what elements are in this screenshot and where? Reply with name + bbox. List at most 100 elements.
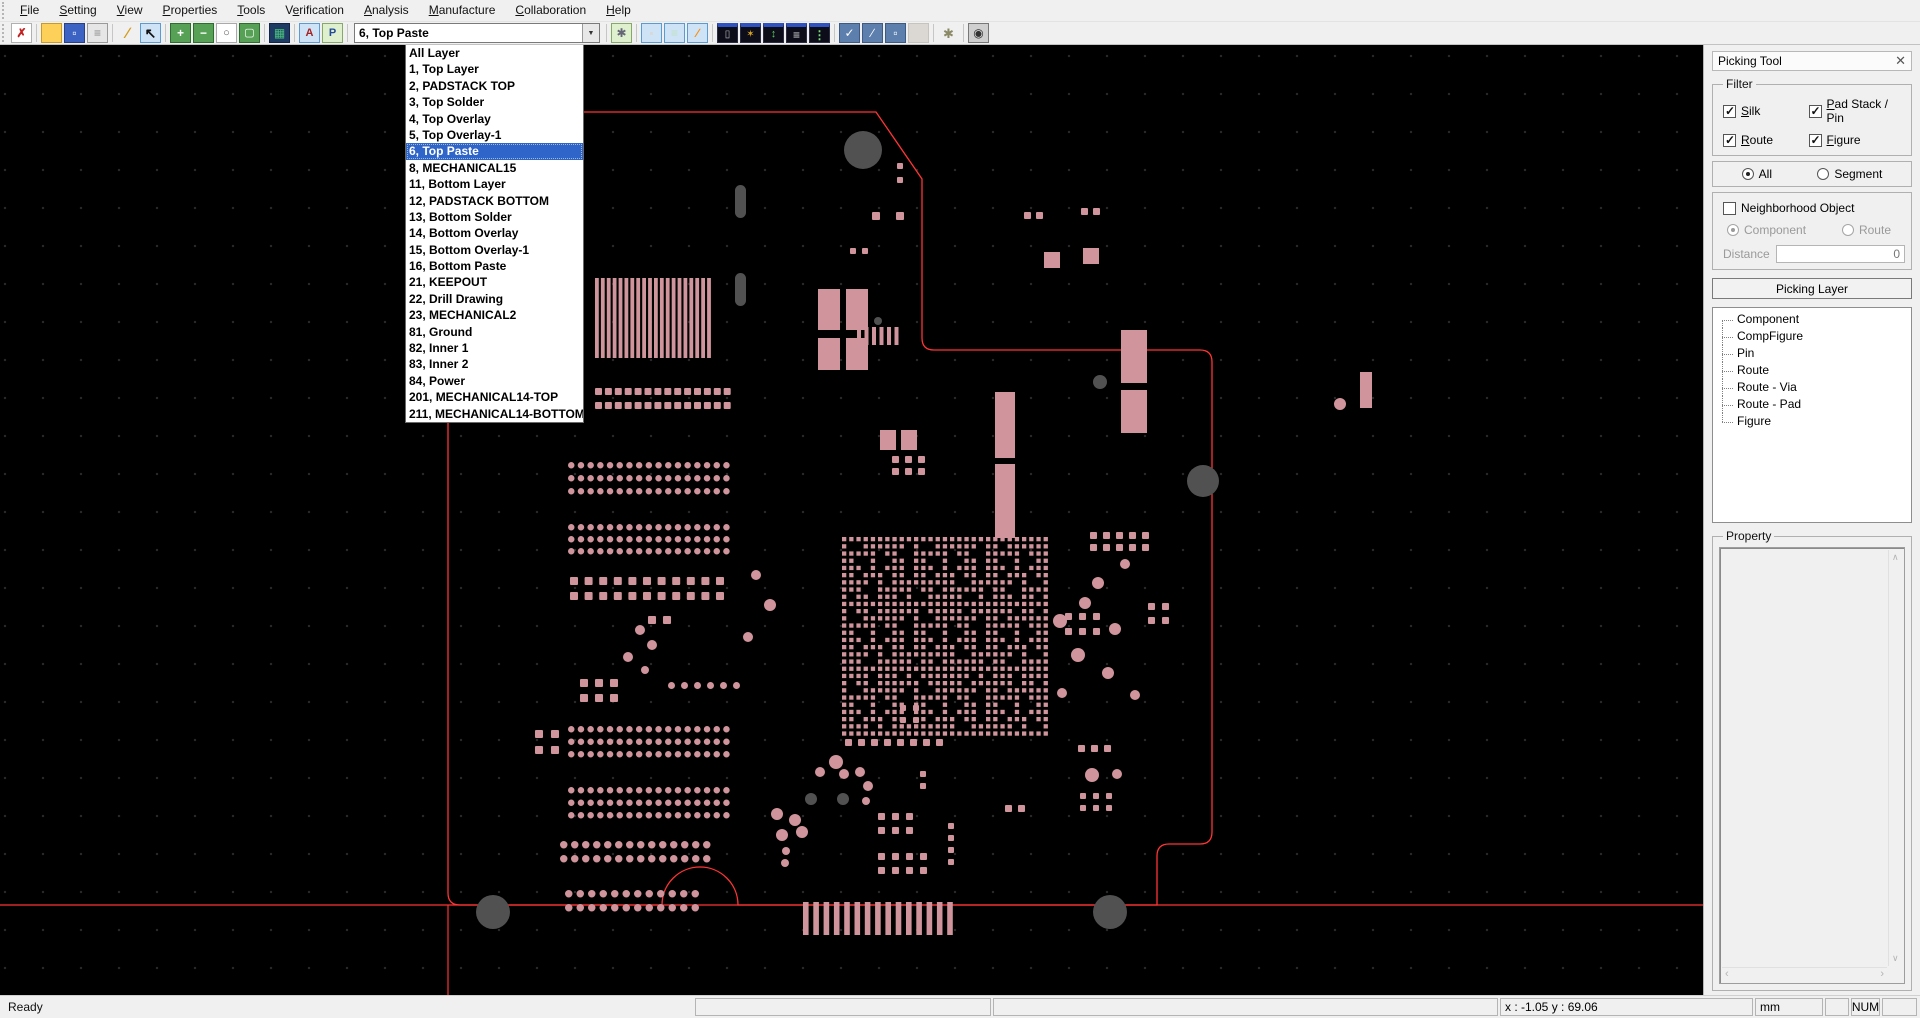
layer-option[interactable]: 8, MECHANICAL15 [406, 160, 583, 176]
filter-figure[interactable]: Figure [1809, 133, 1905, 147]
pad-cluster [668, 682, 740, 689]
layer-option[interactable]: 23, MECHANICAL2 [406, 307, 583, 323]
save-icon[interactable] [64, 23, 85, 43]
picking-object-list[interactable]: ComponentCompFigurePinRouteRoute - ViaRo… [1712, 307, 1912, 523]
filter-route[interactable]: Route [1723, 133, 1809, 147]
layer-option[interactable]: 4, Top Overlay [406, 111, 583, 127]
menu-verification[interactable]: Verification [275, 0, 354, 21]
filter-pad-stack-pin[interactable]: Pad Stack / Pin [1809, 97, 1905, 125]
close-board-icon[interactable] [11, 23, 32, 43]
layer-option[interactable]: 21, KEEPOUT [406, 274, 583, 290]
picking-layer-button[interactable]: Picking Layer [1712, 278, 1912, 299]
layer-option[interactable]: 3, Top Solder [406, 94, 583, 110]
pad-cluster [920, 771, 926, 789]
layer-option[interactable]: 12, PADSTACK BOTTOM [406, 193, 583, 209]
layer-option[interactable]: 201, MECHANICAL14-TOP [406, 389, 583, 405]
layer-option[interactable]: 2, PADSTACK TOP [406, 78, 583, 94]
checkbox-icon [1723, 134, 1736, 147]
zoom-fit-icon[interactable] [239, 23, 260, 43]
neighborhood-checkbox[interactable]: Neighborhood Object [1723, 201, 1905, 215]
pad-cluster [648, 616, 671, 624]
camera-icon[interactable] [968, 23, 989, 43]
status-units: mm [1755, 998, 1823, 1016]
measure-icon[interactable] [117, 23, 138, 43]
paste-pads [535, 163, 1372, 935]
board-top-icon[interactable] [641, 23, 662, 43]
list-item-pin[interactable]: Pin [1713, 345, 1911, 362]
toolbar-grip[interactable] [2, 2, 7, 19]
horizontal-scrollbar[interactable] [1722, 967, 1887, 981]
layer-option[interactable]: 16, Bottom Paste [406, 258, 583, 274]
filter-silk[interactable]: Silk [1723, 97, 1809, 125]
zoom-out-icon[interactable] [193, 23, 214, 43]
layer-option[interactable]: 5, Top Overlay-1 [406, 127, 583, 143]
win-tree-icon[interactable] [809, 23, 830, 43]
menu-file[interactable]: File [10, 0, 49, 21]
list-item-compfigure[interactable]: CompFigure [1713, 328, 1911, 345]
list-item-route[interactable]: Route [1713, 362, 1911, 379]
list-item-route-pad[interactable]: Route - Pad [1713, 396, 1911, 413]
menu-tools[interactable]: Tools [227, 0, 275, 21]
win-list-icon[interactable] [786, 23, 807, 43]
menu-setting[interactable]: Setting [49, 0, 106, 21]
layer-pair-icon[interactable] [322, 23, 343, 43]
layer-option[interactable]: 1, Top Layer [406, 61, 583, 77]
tools-wrench-icon[interactable] [938, 23, 959, 43]
layer-option[interactable]: 15, Bottom Overlay-1 [406, 242, 583, 258]
close-icon[interactable]: ✕ [1895, 53, 1906, 69]
win-part-icon[interactable] [740, 23, 761, 43]
zoom-in-icon[interactable] [170, 23, 191, 43]
verify-check-icon[interactable] [839, 23, 860, 43]
board-place-icon[interactable] [664, 23, 685, 43]
layer-option[interactable]: All Layer [406, 45, 583, 61]
menu-manufacture[interactable]: Manufacture [419, 0, 506, 21]
layer-option[interactable]: 211, MECHANICAL14-BOTTOM [406, 406, 583, 422]
picking-tool-title: Picking Tool [1718, 54, 1895, 68]
list-item-figure[interactable]: Figure [1713, 413, 1911, 430]
layer-option[interactable]: 83, Inner 2 [406, 356, 583, 372]
scope-segment[interactable]: Segment [1817, 167, 1882, 181]
list-item-route-via[interactable]: Route - Via [1713, 379, 1911, 396]
chevron-down-icon[interactable] [582, 24, 599, 42]
layer-option[interactable]: 6, Top Paste [406, 143, 583, 159]
menu-collaboration[interactable]: Collaboration [505, 0, 596, 21]
pad-cluster [995, 464, 1015, 538]
select-cursor-icon[interactable] [140, 23, 161, 43]
menu-properties[interactable]: Properties [153, 0, 228, 21]
round-pad [1120, 559, 1130, 569]
neighborhood-component: Component [1727, 223, 1806, 237]
win-component-icon[interactable] [717, 23, 738, 43]
screen-view-icon[interactable] [269, 23, 290, 43]
status-cell-empty [695, 998, 991, 1016]
vertical-scrollbar[interactable] [1888, 550, 1902, 966]
layer-option[interactable]: 13, Bottom Solder [406, 209, 583, 225]
menu-analysis[interactable]: Analysis [354, 0, 419, 21]
layer-option[interactable]: 11, Bottom Layer [406, 176, 583, 192]
zoom-window-icon[interactable] [216, 23, 237, 43]
round-pad [789, 814, 801, 826]
layer-option[interactable]: 81, Ground [406, 324, 583, 340]
annotate-icon[interactable] [862, 23, 883, 43]
application-window: FileSettingViewPropertiesToolsVerificati… [0, 0, 1920, 1018]
layer-setup-icon[interactable] [611, 23, 632, 43]
board-probe-icon[interactable] [687, 23, 708, 43]
menu-help[interactable]: Help [596, 0, 641, 21]
layer-combobox[interactable]: 6, Top Paste [354, 23, 600, 43]
layer-dropdown-list[interactable]: All Layer1, Top Layer2, PADSTACK TOP3, T… [405, 45, 584, 423]
menu-view[interactable]: View [107, 0, 153, 21]
checkbox-icon [1809, 134, 1822, 147]
layer-option[interactable]: 14, Bottom Overlay [406, 225, 583, 241]
open-design-icon[interactable] [41, 23, 62, 43]
layer-option[interactable]: 82, Inner 1 [406, 340, 583, 356]
toolbar-grip[interactable] [2, 24, 7, 42]
layer-option[interactable]: 22, Drill Drawing [406, 291, 583, 307]
print-icon[interactable] [87, 23, 108, 43]
window-view-icon[interactable] [885, 23, 906, 43]
list-item-component[interactable]: Component [1713, 311, 1911, 328]
pcb-canvas[interactable]: All Layer1, Top Layer2, PADSTACK TOP3, T… [0, 45, 1703, 995]
status-cell-empty [993, 998, 1498, 1016]
layer-option[interactable]: 84, Power [406, 373, 583, 389]
scope-all[interactable]: All [1742, 167, 1772, 181]
layer-all-icon[interactable] [299, 23, 320, 43]
win-net-icon[interactable] [763, 23, 784, 43]
